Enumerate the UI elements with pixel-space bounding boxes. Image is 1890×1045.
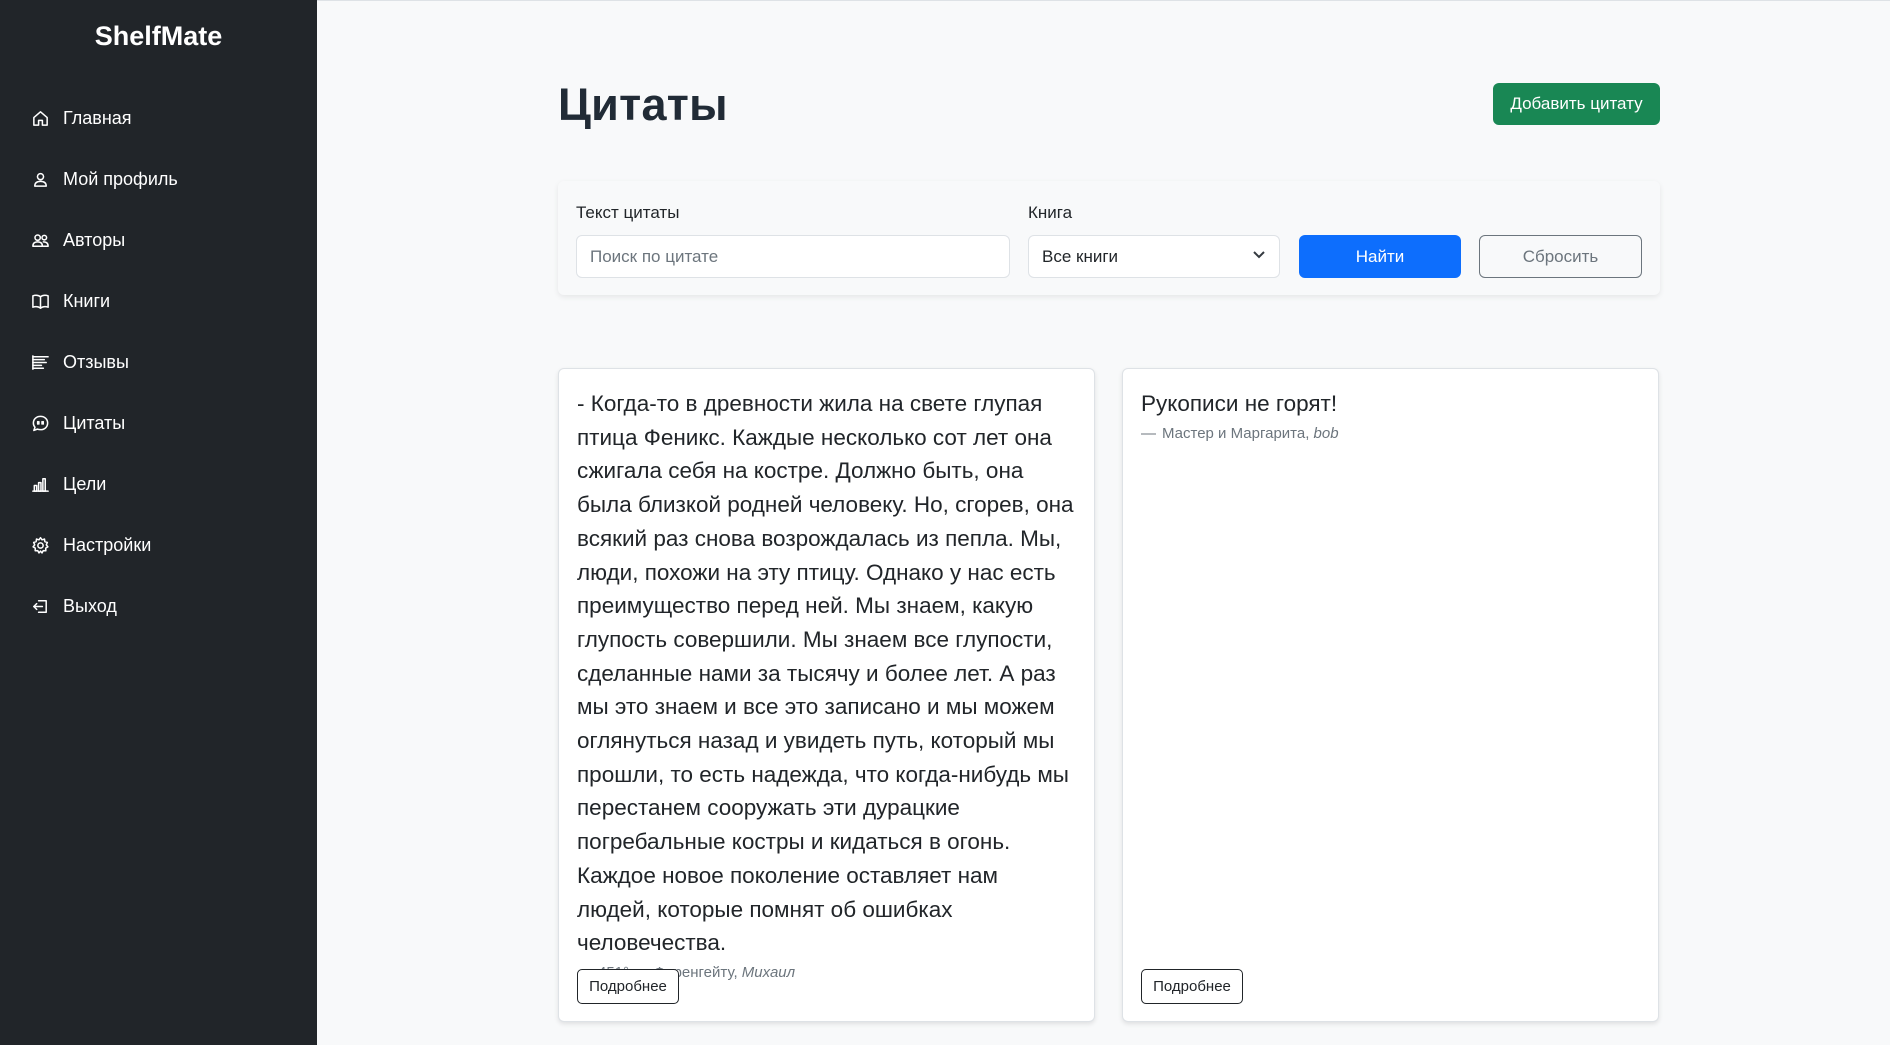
page-header: Цитаты Добавить цитату xyxy=(558,1,1660,181)
quote-text: - Когда-то в древности жила на свете глу… xyxy=(577,391,1074,956)
brand-logo[interactable]: ShelfMate xyxy=(0,18,317,54)
logout-icon xyxy=(30,597,50,617)
sidebar-item-profile[interactable]: Мой профиль xyxy=(0,149,317,210)
quote-text: Рукописи не горят! xyxy=(1141,391,1338,416)
sidebar-nav: Главная Мой профиль Авторы Книги Отзывы … xyxy=(0,88,317,637)
book-select[interactable]: Все книги xyxy=(1028,235,1280,278)
user-icon xyxy=(30,170,50,190)
sidebar-item-label: Главная xyxy=(63,108,132,128)
quote-search-input[interactable] xyxy=(576,235,1010,278)
book-select-value: Все книги xyxy=(1042,246,1119,266)
users-icon xyxy=(30,231,50,251)
bar-chart-icon xyxy=(30,475,50,495)
sidebar-item-label: Цели xyxy=(63,474,107,494)
quote-list: - Когда-то в древности жила на свете глу… xyxy=(558,368,1660,1022)
sidebar-item-quotes[interactable]: Цитаты xyxy=(0,393,317,454)
filter-form: Текст цитаты Книга Все книги Найти Сброс… xyxy=(558,181,1660,295)
chevron-down-icon xyxy=(1252,247,1266,266)
quote-source: — Мастер и Маргарита, bob xyxy=(1141,425,1640,442)
sidebar-item-books[interactable]: Книги xyxy=(0,271,317,332)
quote-text-label: Текст цитаты xyxy=(576,203,680,222)
sidebar-item-label: Цитаты xyxy=(63,413,126,433)
quote-dash: — xyxy=(1141,424,1156,442)
sidebar-item-reviews[interactable]: Отзывы xyxy=(0,332,317,393)
app-root: ShelfMate Главная Мой профиль Авторы Кни… xyxy=(0,0,1890,1045)
reviews-icon xyxy=(30,353,50,373)
sidebar-item-label: Отзывы xyxy=(63,352,129,372)
sidebar-item-label: Выход xyxy=(63,596,117,616)
quote-details-button[interactable]: Подробнее xyxy=(577,969,679,1004)
book-label: Книга xyxy=(1028,203,1073,222)
page-title: Цитаты xyxy=(558,79,728,130)
sidebar-item-goals[interactable]: Цели xyxy=(0,454,317,515)
quote-card: - Когда-то в древности жила на свете глу… xyxy=(558,368,1095,1022)
book-icon xyxy=(30,292,50,312)
sidebar-item-authors[interactable]: Авторы xyxy=(0,210,317,271)
main-content: Цитаты Добавить цитату Текст цитаты Книг… xyxy=(317,0,1890,1045)
gear-icon xyxy=(30,536,50,556)
sidebar-item-label: Книги xyxy=(63,291,111,311)
sidebar-item-label: Настройки xyxy=(63,535,152,555)
quote-book: Мастер и Маргарита, xyxy=(1162,424,1310,442)
sidebar-item-home[interactable]: Главная xyxy=(0,88,317,149)
add-quote-button[interactable]: Добавить цитату xyxy=(1493,83,1660,125)
sidebar-item-label: Авторы xyxy=(63,230,126,250)
quote-details-button[interactable]: Подробнее xyxy=(1141,969,1243,1004)
quote-chat-icon xyxy=(30,414,50,434)
sidebar-item-label: Мой профиль xyxy=(63,169,178,189)
sidebar-item-settings[interactable]: Настройки xyxy=(0,515,317,576)
sidebar-item-logout[interactable]: Выход xyxy=(0,576,317,637)
reset-button[interactable]: Сбросить xyxy=(1479,235,1642,278)
quote-card: Рукописи не горят! — Мастер и Маргарита, … xyxy=(1122,368,1659,1022)
sidebar: ShelfMate Главная Мой профиль Авторы Кни… xyxy=(0,0,317,1045)
find-button[interactable]: Найти xyxy=(1299,235,1461,278)
home-icon xyxy=(30,109,50,129)
content-container: Цитаты Добавить цитату Текст цитаты Книг… xyxy=(558,1,1660,1022)
quote-user: Михаил xyxy=(741,963,796,981)
quote-user: bob xyxy=(1313,424,1339,442)
